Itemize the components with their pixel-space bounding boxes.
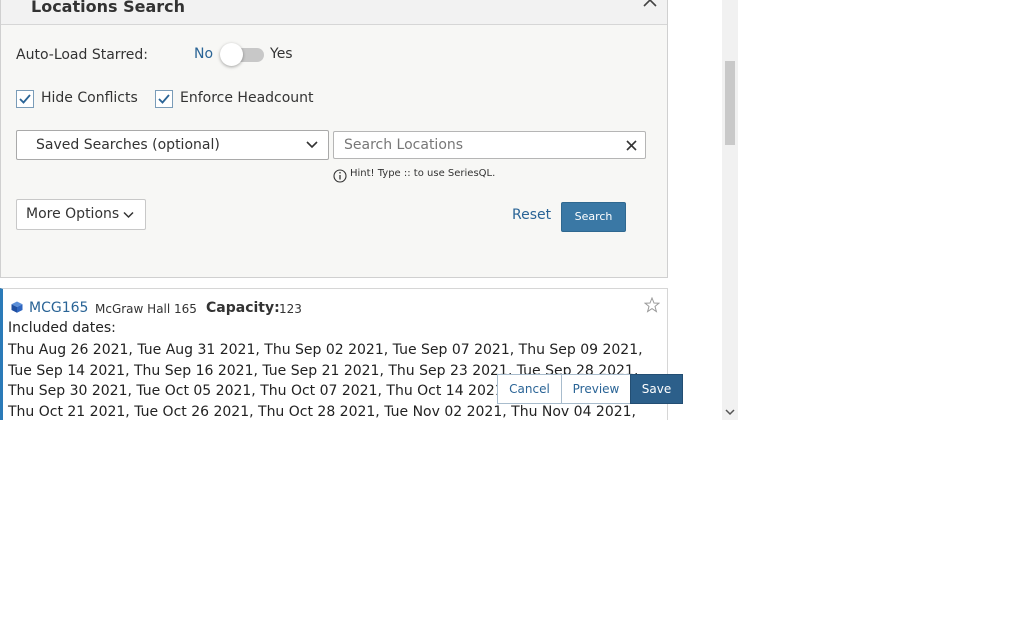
toggle-off-label[interactable]: No (194, 46, 213, 62)
preview-button[interactable]: Preview (561, 374, 631, 404)
location-code-link[interactable]: MCG165 (29, 300, 88, 316)
capacity-value: 123 (279, 302, 302, 316)
toggle-on-label[interactable]: Yes (270, 46, 293, 62)
cube-icon (11, 301, 23, 313)
floating-action-bar: Cancel Preview Save (497, 374, 683, 404)
checkmark-icon (158, 94, 170, 104)
scroll-down-arrow-icon[interactable] (722, 404, 738, 420)
chevron-up-icon[interactable] (641, 0, 659, 13)
panel-title: Locations Search (31, 0, 186, 16)
save-button[interactable]: Save (630, 374, 683, 404)
chevron-down-icon (123, 211, 134, 219)
location-name: McGraw Hall 165 (95, 302, 197, 316)
saved-searches-value: Saved Searches (optional) (36, 137, 220, 153)
chevron-down-icon (306, 141, 318, 149)
panel-header[interactable]: Locations Search (1, 0, 667, 25)
more-options-label: More Options (26, 206, 120, 222)
enforce-headcount-checkbox[interactable] (155, 90, 173, 108)
star-outline-icon[interactable] (644, 297, 660, 313)
search-locations-input[interactable] (344, 136, 614, 154)
enforce-headcount-label[interactable]: Enforce Headcount (180, 90, 314, 106)
search-button[interactable]: Search (561, 202, 626, 232)
vertical-scrollbar[interactable] (722, 0, 738, 420)
info-icon (333, 169, 347, 183)
seriesql-hint: Hint! Type :: to use SeriesQL. (350, 168, 496, 179)
saved-searches-dropdown[interactable]: Saved Searches (optional) (16, 130, 329, 160)
cancel-button[interactable]: Cancel (497, 374, 562, 404)
hide-conflicts-label[interactable]: Hide Conflicts (41, 90, 138, 106)
more-options-button[interactable]: More Options (16, 199, 146, 230)
capacity-label: Capacity: (206, 300, 280, 316)
included-dates-label: Included dates: (8, 320, 116, 336)
auto-load-label: Auto-Load Starred: (16, 47, 148, 63)
toggle-knob[interactable] (220, 43, 243, 66)
main-viewport: Locations Search Auto-Load Starred: No Y… (0, 0, 738, 420)
reset-link[interactable]: Reset (512, 207, 551, 223)
hide-conflicts-checkbox[interactable] (16, 90, 34, 108)
checkmark-icon (19, 94, 31, 104)
search-locations-box[interactable] (333, 131, 646, 159)
clear-icon[interactable] (625, 139, 638, 152)
locations-search-panel: Locations Search Auto-Load Starred: No Y… (0, 0, 668, 278)
scrollbar-thumb[interactable] (725, 61, 735, 145)
